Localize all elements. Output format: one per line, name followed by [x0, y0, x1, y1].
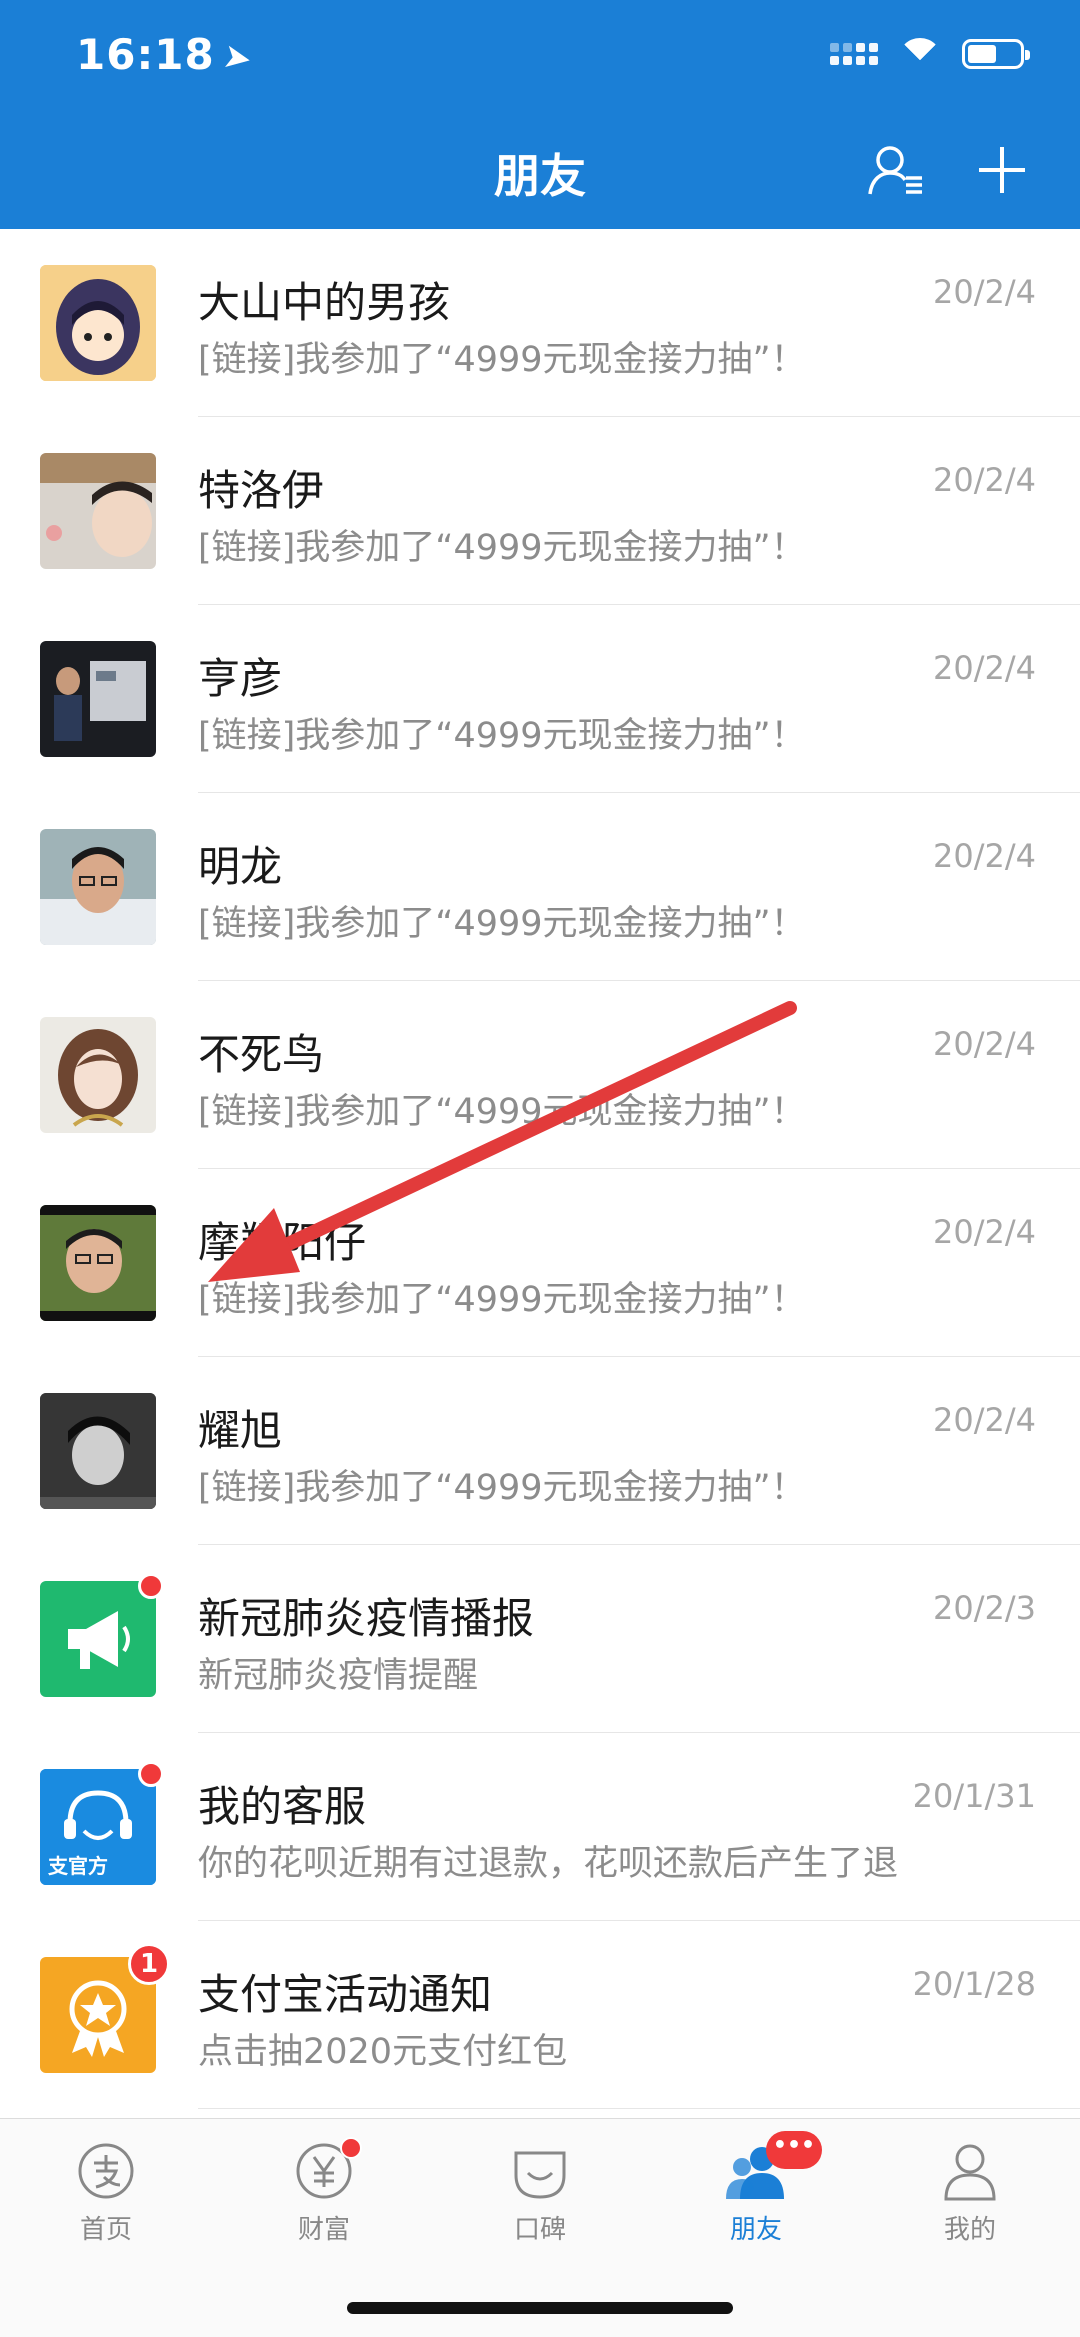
conversation-date: 20/2/4	[933, 273, 1036, 311]
conversation-name: 新冠肺炎疫情播报	[198, 1594, 535, 1643]
conversation-item[interactable]: 大山中的男孩 [链接]我参加了“4999元现金接力抽”！ 20/2/4	[0, 229, 1080, 417]
conversation-item[interactable]: 耀旭 [链接]我参加了“4999元现金接力抽”！ 20/2/4	[0, 1357, 1080, 1545]
more-badge: •••	[766, 2131, 822, 2169]
conversation-preview: 你的花呗近期有过退款，花呗还款后产生了退	[198, 1844, 899, 1884]
tab-label: 朋友	[729, 2215, 782, 2245]
unread-dot	[138, 1761, 164, 1787]
tab-wealth[interactable]: 财富	[254, 2137, 394, 2246]
contacts-icon	[868, 146, 922, 195]
conversation-date: 20/2/4	[933, 461, 1036, 499]
conversation-item[interactable]: 特洛伊 [链接]我参加了“4999元现金接力抽”！ 20/2/4	[0, 417, 1080, 605]
contacts-button[interactable]	[866, 140, 926, 200]
conversation-name: 耀旭	[198, 1406, 283, 1455]
avatar	[40, 1205, 156, 1321]
conversation-name: 不死鸟	[198, 1030, 325, 1079]
conversation-name: 摩羯阳仔	[198, 1218, 367, 1267]
conversation-date: 20/2/4	[933, 1025, 1036, 1063]
tab-label: 我的	[943, 2215, 996, 2245]
status-icons	[830, 38, 1030, 70]
add-button[interactable]	[972, 140, 1032, 200]
conversation-preview: [链接]我参加了“4999元现金接力抽”！	[198, 904, 806, 944]
conversation-date: 20/2/4	[933, 649, 1036, 687]
conversation-item[interactable]: 1 支付宝活动通知 点击抽2020元支付红包 20/1/28	[0, 1921, 1080, 2109]
conversation-preview: [链接]我参加了“4999元现金接力抽”！	[198, 1092, 806, 1132]
conversation-name: 大山中的男孩	[198, 278, 451, 327]
conversation-date: 20/2/3	[933, 1589, 1036, 1627]
conversation-name: 支付宝活动通知	[198, 1970, 493, 2019]
conversation-preview: [链接]我参加了“4999元现金接力抽”！	[198, 1468, 806, 1508]
koubei-icon	[514, 2151, 566, 2199]
conversation-list: 大山中的男孩 [链接]我参加了“4999元现金接力抽”！ 20/2/4 特洛伊 …	[0, 229, 1080, 2109]
official-label: 支官方	[48, 1854, 108, 1878]
status-time: 16:18 ➤	[76, 30, 256, 81]
conversation-preview: [链接]我参加了“4999元现金接力抽”！	[198, 1280, 806, 1320]
conversation-name: 特洛伊	[198, 466, 325, 515]
profile-icon	[944, 2144, 996, 2201]
avatar	[40, 829, 156, 945]
status-time-text: 16:18	[76, 30, 215, 79]
notification-dot	[340, 2137, 362, 2159]
conversation-item[interactable]: 亨彦 [链接]我参加了“4999元现金接力抽”！ 20/2/4	[0, 605, 1080, 793]
avatar: 1	[40, 1943, 170, 2073]
conversation-item[interactable]: 摩羯阳仔 [链接]我参加了“4999元现金接力抽”！ 20/2/4	[0, 1169, 1080, 1357]
avatar	[40, 641, 156, 757]
conversation-name: 明龙	[198, 842, 283, 891]
conversation-item[interactable]: 明龙 [链接]我参加了“4999元现金接力抽”！ 20/2/4	[0, 793, 1080, 981]
avatar: 支官方	[40, 1761, 164, 1885]
megaphone-icon	[40, 1581, 156, 1697]
tab-label: 口碑	[513, 2215, 566, 2245]
conversation-name: 亨彦	[198, 654, 283, 703]
conversation-item[interactable]: 新冠肺炎疫情播报 新冠肺炎疫情提醒 20/2/3	[0, 1545, 1080, 1733]
tab-label: 首页	[79, 2215, 132, 2245]
conversation-preview: [链接]我参加了“4999元现金接力抽”！	[198, 340, 806, 380]
tab-friends[interactable]: ••• 朋友	[686, 2131, 826, 2246]
conversation-name: 我的客服	[198, 1782, 367, 1831]
signal-icon	[830, 43, 878, 65]
avatar	[40, 1017, 156, 1133]
conversation-preview: 点击抽2020元支付红包	[198, 2032, 568, 2072]
alipay-home-icon	[78, 2143, 134, 2199]
conversation-item[interactable]: 支官方 我的客服 你的花呗近期有过退款，花呗还款后产生了退 20/1/31	[0, 1733, 1080, 1921]
conversation-item[interactable]: 不死鸟 [链接]我参加了“4999元现金接力抽”！ 20/2/4	[0, 981, 1080, 1169]
unread-count-badge: 1	[128, 1943, 170, 1985]
avatar	[40, 453, 156, 569]
avatar	[40, 1573, 164, 1697]
tab-label: 财富	[297, 2215, 350, 2245]
home-indicator	[347, 2302, 733, 2314]
conversation-date: 20/2/4	[933, 1213, 1036, 1251]
header-bar: 16:18 ➤ 朋友	[0, 0, 1080, 229]
unread-dot	[138, 1573, 164, 1599]
battery-icon	[962, 39, 1030, 69]
conversation-date: 20/2/4	[933, 1401, 1036, 1439]
conversation-date: 20/2/4	[933, 837, 1036, 875]
avatar	[40, 1393, 156, 1509]
tab-koubei[interactable]: 口碑	[470, 2141, 610, 2246]
conversation-preview: 新冠肺炎疫情提醒	[198, 1656, 479, 1696]
conversation-preview: [链接]我参加了“4999元现金接力抽”！	[198, 716, 806, 756]
tab-mine[interactable]: 我的	[900, 2141, 1040, 2246]
plus-icon	[979, 147, 1025, 193]
tab-home[interactable]: 首页	[36, 2141, 176, 2246]
wifi-icon	[898, 38, 942, 70]
avatar	[40, 265, 156, 381]
conversation-preview: [链接]我参加了“4999元现金接力抽”！	[198, 528, 806, 568]
conversation-date: 20/1/31	[912, 1777, 1036, 1815]
location-arrow-icon: ➤	[219, 35, 256, 81]
conversation-date: 20/1/28	[912, 1965, 1036, 2003]
